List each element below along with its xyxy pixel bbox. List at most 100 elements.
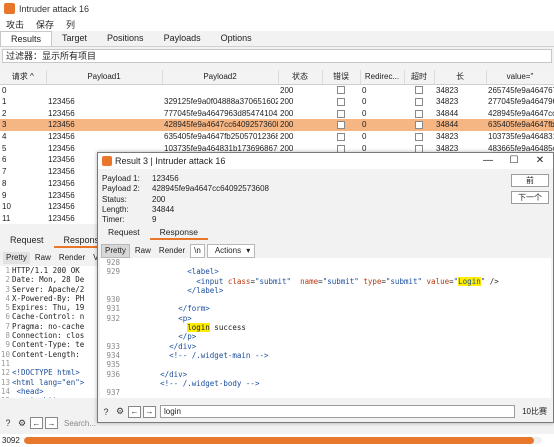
response-code-view[interactable]: 1 HTTP/1.1 200 OK 2 Date: Mon, 28 De 3 Server…	[0, 266, 98, 398]
menu-save[interactable]: 保存	[36, 18, 54, 31]
dialog-response-code-view[interactable]: 928 929 <label> <input class="submit" na…	[100, 258, 551, 398]
progress-fill	[24, 437, 535, 444]
close-icon[interactable]: ✕	[527, 153, 553, 169]
dialog-viewer-tab-pretty[interactable]: Pretty	[101, 244, 130, 258]
info-row: Timer: 9	[102, 215, 269, 225]
payload2-cell: 428945fe9a4647cc64092573608	[162, 119, 278, 131]
viewer-tab-render[interactable]: Render	[56, 252, 88, 264]
maximize-icon[interactable]: ☐	[501, 153, 527, 169]
help-icon[interactable]: ?	[100, 406, 112, 418]
dialog-tabs: Request Response	[98, 226, 208, 240]
dialog-search-input[interactable]: login	[160, 405, 515, 418]
tab-payloads[interactable]: Payloads	[154, 31, 211, 46]
tab-options[interactable]: Options	[211, 31, 262, 46]
gear-icon[interactable]: ⚙	[114, 406, 126, 418]
previous-button[interactable]: 前	[511, 174, 549, 187]
column-header-status[interactable]: 状态	[278, 70, 323, 85]
status-bar: 3092	[0, 434, 554, 447]
search-input[interactable]: Search...	[64, 419, 96, 428]
next-button[interactable]: 下一个	[511, 191, 549, 204]
menu-attack[interactable]: 攻击	[6, 18, 24, 31]
column-header-value[interactable]: value="	[486, 70, 554, 85]
code-line: 937	[106, 388, 120, 398]
value-cell: 428945fe9a4647cc	[488, 108, 554, 118]
menu-columns[interactable]: 列	[66, 18, 75, 31]
back-arrow-icon[interactable]: ←	[128, 405, 141, 418]
column-header-length[interactable]: 长	[434, 70, 487, 85]
error-checkbox	[337, 97, 345, 106]
code-line: 934 <!-- /.widget-main -->	[106, 350, 269, 360]
menu-bar: 攻击 保存 列	[0, 17, 554, 31]
table-row[interactable]: 2 123456 777045fe9a4647963d854741043 200 0 34…	[0, 107, 554, 119]
info-row: Status: 200	[102, 195, 269, 205]
code-line: <!-- /.widget-body -->	[160, 378, 260, 388]
code-line: 14 <head>	[0, 386, 44, 396]
length-cell: 34844	[436, 108, 459, 118]
dialog-tab-response[interactable]: Response	[149, 226, 208, 240]
code-line: 933 </div>	[106, 341, 197, 351]
column-header-redirect[interactable]: Redirec...	[360, 70, 405, 85]
code-line: 9 Content-Type: te	[5, 340, 85, 350]
dialog-tab-request[interactable]: Request	[98, 226, 150, 240]
table-row[interactable]: 4 123456 635405fe9a4647fb25057012368 200 0 34…	[0, 131, 554, 143]
info-value: 200	[152, 194, 166, 204]
column-header-timeout[interactable]: 超时	[404, 70, 435, 85]
code-line: 936 </div>	[106, 369, 188, 379]
help-icon[interactable]: ?	[2, 417, 14, 429]
minimize-icon[interactable]: —	[475, 153, 501, 169]
request-cell: 2	[2, 108, 7, 118]
redirect-cell: 0	[362, 85, 367, 95]
burp-logo-icon	[102, 156, 112, 166]
request-cell: 1	[2, 97, 7, 107]
filter-bar[interactable]: 过滤器：显示所有项目	[2, 49, 552, 63]
code-line: </label>	[187, 285, 224, 295]
tab-request[interactable]: Request	[0, 234, 54, 248]
burp-logo-icon	[4, 3, 15, 14]
error-cell	[322, 119, 360, 131]
code-line: 928	[106, 258, 120, 267]
request-response-tabs: Request Response	[0, 234, 115, 248]
tab-positions[interactable]: Positions	[97, 31, 154, 46]
code-line: 11	[0, 358, 10, 368]
viewer-tab-pretty[interactable]: Pretty	[3, 252, 30, 264]
newline-toggle[interactable]: \n	[190, 244, 205, 258]
dialog-title: Result 3 | Intruder attack 16	[115, 156, 226, 166]
column-header-request[interactable]: 请求 ^	[0, 70, 47, 85]
viewer-tab-raw[interactable]: Raw	[32, 252, 54, 264]
forward-arrow-icon[interactable]: →	[143, 405, 156, 418]
timeout-checkbox	[415, 132, 423, 141]
request-cell: 6	[2, 155, 7, 165]
code-line: 935	[106, 360, 120, 370]
code-line: 1 HTTP/1.1 200 OK	[5, 266, 80, 275]
back-arrow-icon[interactable]: ←	[30, 417, 43, 429]
table-row[interactable]: 0 200 0 34823 265745fe9a464767	[0, 84, 554, 96]
actions-dropdown[interactable]: Actions ▾	[206, 244, 256, 258]
column-header-error[interactable]: 错误	[322, 70, 361, 85]
dialog-viewer-tab-render[interactable]: Render	[156, 245, 188, 257]
code-line: 2 Date: Mon, 28 De	[5, 275, 85, 285]
column-header-payload2[interactable]: Payload2	[162, 70, 279, 85]
column-header-payload1[interactable]: Payload1	[46, 70, 163, 85]
request-cell: 11	[2, 213, 11, 223]
timeout-checkbox	[415, 86, 423, 95]
info-value: 123456	[152, 174, 179, 183]
request-cell: 7	[2, 167, 7, 177]
result-dialog: Result 3 | Intruder attack 16 — ☐ ✕ Payl…	[97, 152, 554, 423]
payload1-cell: 123456	[48, 108, 75, 118]
table-row[interactable]: 1 123456 329125fe9a0f04888a370651602 200 0 34…	[0, 96, 554, 108]
code-line: 932 <p>	[106, 313, 192, 323]
gear-icon[interactable]: ⚙	[16, 417, 28, 429]
request-cell: 4	[2, 132, 7, 142]
table-row[interactable]: 3 123456 428945fe9a4647cc64092573608 200 0 34…	[0, 119, 554, 131]
forward-arrow-icon[interactable]: →	[45, 417, 58, 429]
tab-target[interactable]: Target	[52, 31, 97, 46]
dialog-viewer-tab-raw[interactable]: Raw	[132, 245, 154, 257]
error-cell	[322, 96, 360, 108]
timeout-cell	[404, 84, 434, 96]
status-cell: 200	[278, 119, 322, 131]
tab-results[interactable]: Results	[0, 31, 53, 46]
info-label: Status:	[102, 194, 127, 204]
code-line: 4 X-Powered-By: PH	[5, 293, 85, 303]
error-checkbox	[337, 86, 345, 95]
value-cell: 103735fe9a464831	[488, 132, 554, 142]
